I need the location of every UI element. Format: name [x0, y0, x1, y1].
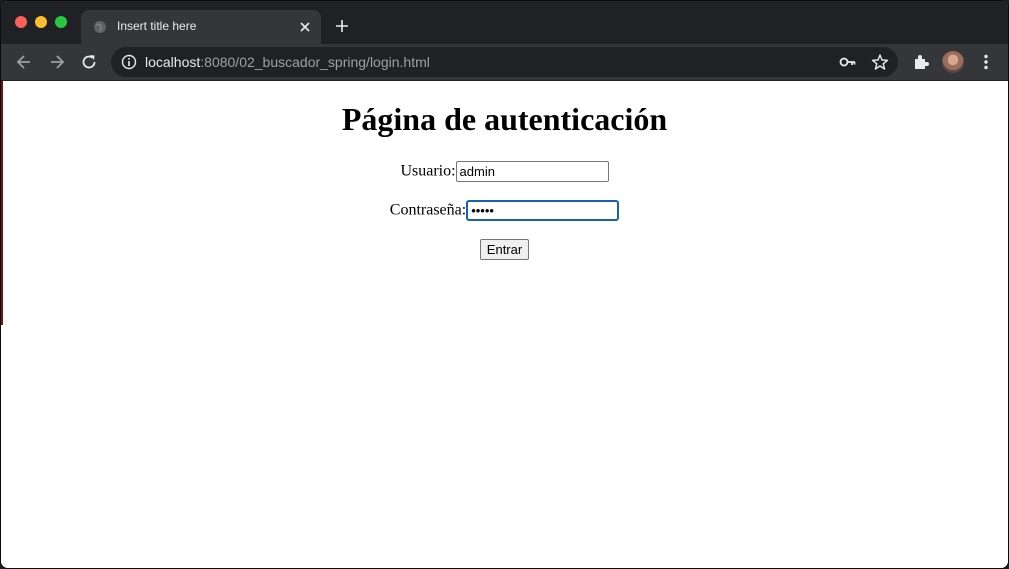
- url-host: localhost: [145, 54, 201, 70]
- password-label: Contraseña:: [389, 201, 467, 219]
- back-arrow-icon[interactable]: [14, 52, 34, 72]
- url-text: localhost:8080/02_buscador_spring/login.…: [145, 54, 430, 70]
- url-path: :8080/02_buscador_spring/login.html: [200, 54, 430, 70]
- submit-row: Entrar: [1, 239, 1008, 260]
- reload-icon[interactable]: [79, 52, 99, 72]
- submit-button[interactable]: Entrar: [479, 239, 530, 260]
- key-icon[interactable]: [839, 54, 857, 70]
- star-icon[interactable]: [871, 53, 889, 71]
- window-close-button[interactable]: [15, 16, 27, 28]
- tab-strip: Insert title here: [1, 1, 1008, 44]
- window-maximize-button[interactable]: [55, 16, 67, 28]
- plus-icon[interactable]: [334, 18, 350, 34]
- tab-title: Insert title here: [117, 19, 197, 33]
- avatar[interactable]: [942, 51, 964, 73]
- password-input[interactable]: [466, 200, 620, 221]
- info-icon[interactable]: [121, 54, 137, 70]
- tab-active[interactable]: Insert title here: [81, 10, 321, 44]
- browser-window: Insert title here localhost:8080/02_busc…: [0, 0, 1009, 569]
- forward-arrow-icon[interactable]: [47, 52, 67, 72]
- window-minimize-button[interactable]: [35, 16, 47, 28]
- browser-toolbar: localhost:8080/02_buscador_spring/login.…: [1, 44, 1008, 81]
- page-title: Página de autenticación: [341, 101, 668, 137]
- password-row: Contraseña:: [1, 200, 1008, 221]
- extensions-icon[interactable]: [911, 52, 931, 72]
- close-icon[interactable]: [297, 19, 313, 35]
- more-menu-icon[interactable]: [976, 52, 996, 72]
- username-row: Usuario:: [1, 161, 1008, 182]
- page-content: Página de autenticación Usuario: Contras…: [1, 81, 1008, 568]
- username-input[interactable]: [455, 161, 609, 182]
- username-label: Usuario:: [400, 162, 456, 180]
- globe-icon: [94, 21, 106, 33]
- address-bar[interactable]: localhost:8080/02_buscador_spring/login.…: [111, 47, 898, 77]
